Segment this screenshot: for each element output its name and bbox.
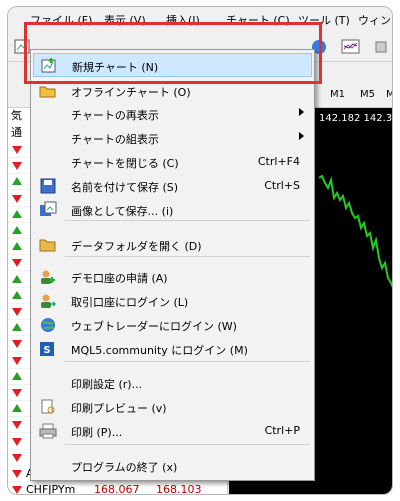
arrow-up-icon [12,274,22,283]
menu-item[interactable]: チャートの再表示 [33,102,312,126]
timeframe-m5[interactable]: M5 [360,89,375,100]
menu-item[interactable]: ウェブトレーダーにログイン (W) [33,313,312,337]
web-trader-icon [39,316,57,334]
arrow-down-icon [12,486,22,494]
menu-separator [65,361,310,362]
menu-item-shortcut: Ctrl+F4 [257,155,300,168]
toolbar-indicator-button[interactable] [340,36,362,58]
arrow-up-icon [12,323,22,332]
submenu-arrow-icon [299,132,304,140]
menu-item-label: 印刷設定 (r)... [71,378,143,391]
arrow-up-icon [12,209,22,218]
save-image-icon [39,201,57,219]
menu-item[interactable]: デモ口座の申請 (A) [33,265,312,289]
arrow-down-icon [12,146,22,154]
arrow-down-icon [12,356,22,365]
open-folder-icon [39,82,57,100]
menu-item-label: データフォルダを開く (D) [71,240,202,253]
market-watch-row[interactable]: CHFJPYm 168.067 168.103 [8,481,228,495]
menu-item[interactable]: 印刷プレビュー (v) [33,395,312,419]
market-watch-tab-fragment[interactable]: 気 [11,107,22,123]
menu-chart[interactable]: チャート (C) [226,12,290,28]
menu-item[interactable]: 新規チャート (N) [33,53,312,77]
new-chart-icon [40,57,58,75]
mql5-icon: S [39,340,57,358]
menu-item[interactable]: 印刷設定 (r)... [33,371,312,395]
indicator-icon [341,39,360,54]
menu-item-label: チャートの組表示 [71,133,159,146]
menu-item-label: 名前を付けて保存 (S) [71,181,179,194]
menu-item-label: 画像として保存... (i) [71,205,174,218]
menu-item-label: チャートの再表示 [71,109,159,122]
menu-item[interactable]: オフラインチャート (O) [33,79,312,103]
menu-item[interactable]: 名前を付けて保存 (S) Ctrl+S [33,174,312,198]
menu-item-label: 印刷 (P)... [71,426,123,439]
arrow-down-icon [12,259,22,268]
print-icon [39,422,57,440]
arrow-down-icon [12,421,22,430]
menu-item[interactable]: S MQL5.community にログイン (M) [33,337,312,361]
bid-price: 168.067 [94,483,140,495]
menu-file[interactable]: ファイル (F) [30,12,92,28]
market-watch-column-fragment: 通 [11,126,22,139]
menu-item-label: ウェブトレーダーにログイン (W) [71,320,237,333]
svg-text:S: S [43,345,50,356]
arrow-down-icon [12,308,22,316]
chart-price-line [318,174,392,288]
menu-item[interactable]: 印刷 (P)... Ctrl+P [33,419,312,443]
arrow-down-icon [12,389,22,397]
menu-item-label: オフラインチャート (O) [71,86,191,99]
file-menu-dropdown: 新規チャート (N) オフラインチャート (O) チャートの再表示 チャートの組表示チ… [30,49,315,481]
menu-item[interactable]: データフォルダを開く (D) [33,233,312,257]
menu-insert[interactable]: 挿入(I) [166,12,200,28]
arrow-up-icon [12,177,22,186]
menu-item-label: 取引口座にログイン (L) [71,296,189,309]
arrow-up-icon [12,404,22,413]
menu-item-label: 新規チャート (N) [72,61,159,74]
menu-item[interactable]: 取引口座にログイン (L) [33,289,312,313]
arrow-down-icon [12,340,22,349]
arrow-down-icon [12,162,22,171]
arrow-up-icon [12,226,22,234]
app-window: ファイル (F) 表示 (V) 挿入(I) チャート (C) ツール (T) ウ… [7,6,393,495]
menu-item[interactable]: 画像として保存... (i) [33,198,312,222]
menu-tools[interactable]: ツール (T) [298,12,350,28]
menu-separator [65,444,310,445]
arrow-down-icon [12,453,22,462]
tool-icon [375,41,387,53]
menu-separator [65,256,310,257]
menu-item[interactable]: チャートを閉じる (C) Ctrl+F4 [33,150,312,174]
login-account-icon [39,292,57,310]
timeframe-m15[interactable]: M1 [386,89,392,100]
submenu-arrow-icon [299,108,304,116]
save-icon [39,177,57,195]
menu-item-label: デモ口座の申請 (A) [71,272,168,285]
menu-item-label: MQL5.community にログイン (M) [71,344,248,357]
menu-item-shortcut: Ctrl+P [264,424,300,437]
arrow-up-icon [12,290,22,299]
menu-item-label: プログラムの終了 (x) [71,461,178,474]
arrow-down-icon [12,194,22,203]
arrow-down-icon [12,470,22,478]
timeframe-m1[interactable]: M1 [330,89,345,100]
demo-account-icon [39,268,57,286]
arrow-down-icon [12,437,22,446]
menu-item-label: 印刷プレビュー (v) [71,402,167,415]
arrow-up-icon [12,371,22,380]
menubar: ファイル (F) 表示 (V) 挿入(I) チャート (C) ツール (T) ウ… [8,7,392,32]
menu-item[interactable]: プログラムの終了 (x) [33,454,312,478]
menu-separator [65,220,310,221]
menu-window[interactable]: ウィンドウ [358,12,392,28]
ask-price: 168.103 [156,483,202,495]
symbol-name: CHFJPYm [26,483,76,495]
menu-item-label: チャートを閉じる (C) [71,157,179,170]
menu-item-shortcut: Ctrl+S [264,179,300,192]
data-folder-icon [39,236,57,254]
print-preview-icon [39,398,57,416]
toolbar-tool-button[interactable] [370,36,392,58]
menu-view[interactable]: 表示 (V) [104,12,146,28]
menu-item[interactable]: チャートの組表示 [33,126,312,150]
arrow-up-icon [12,242,22,251]
